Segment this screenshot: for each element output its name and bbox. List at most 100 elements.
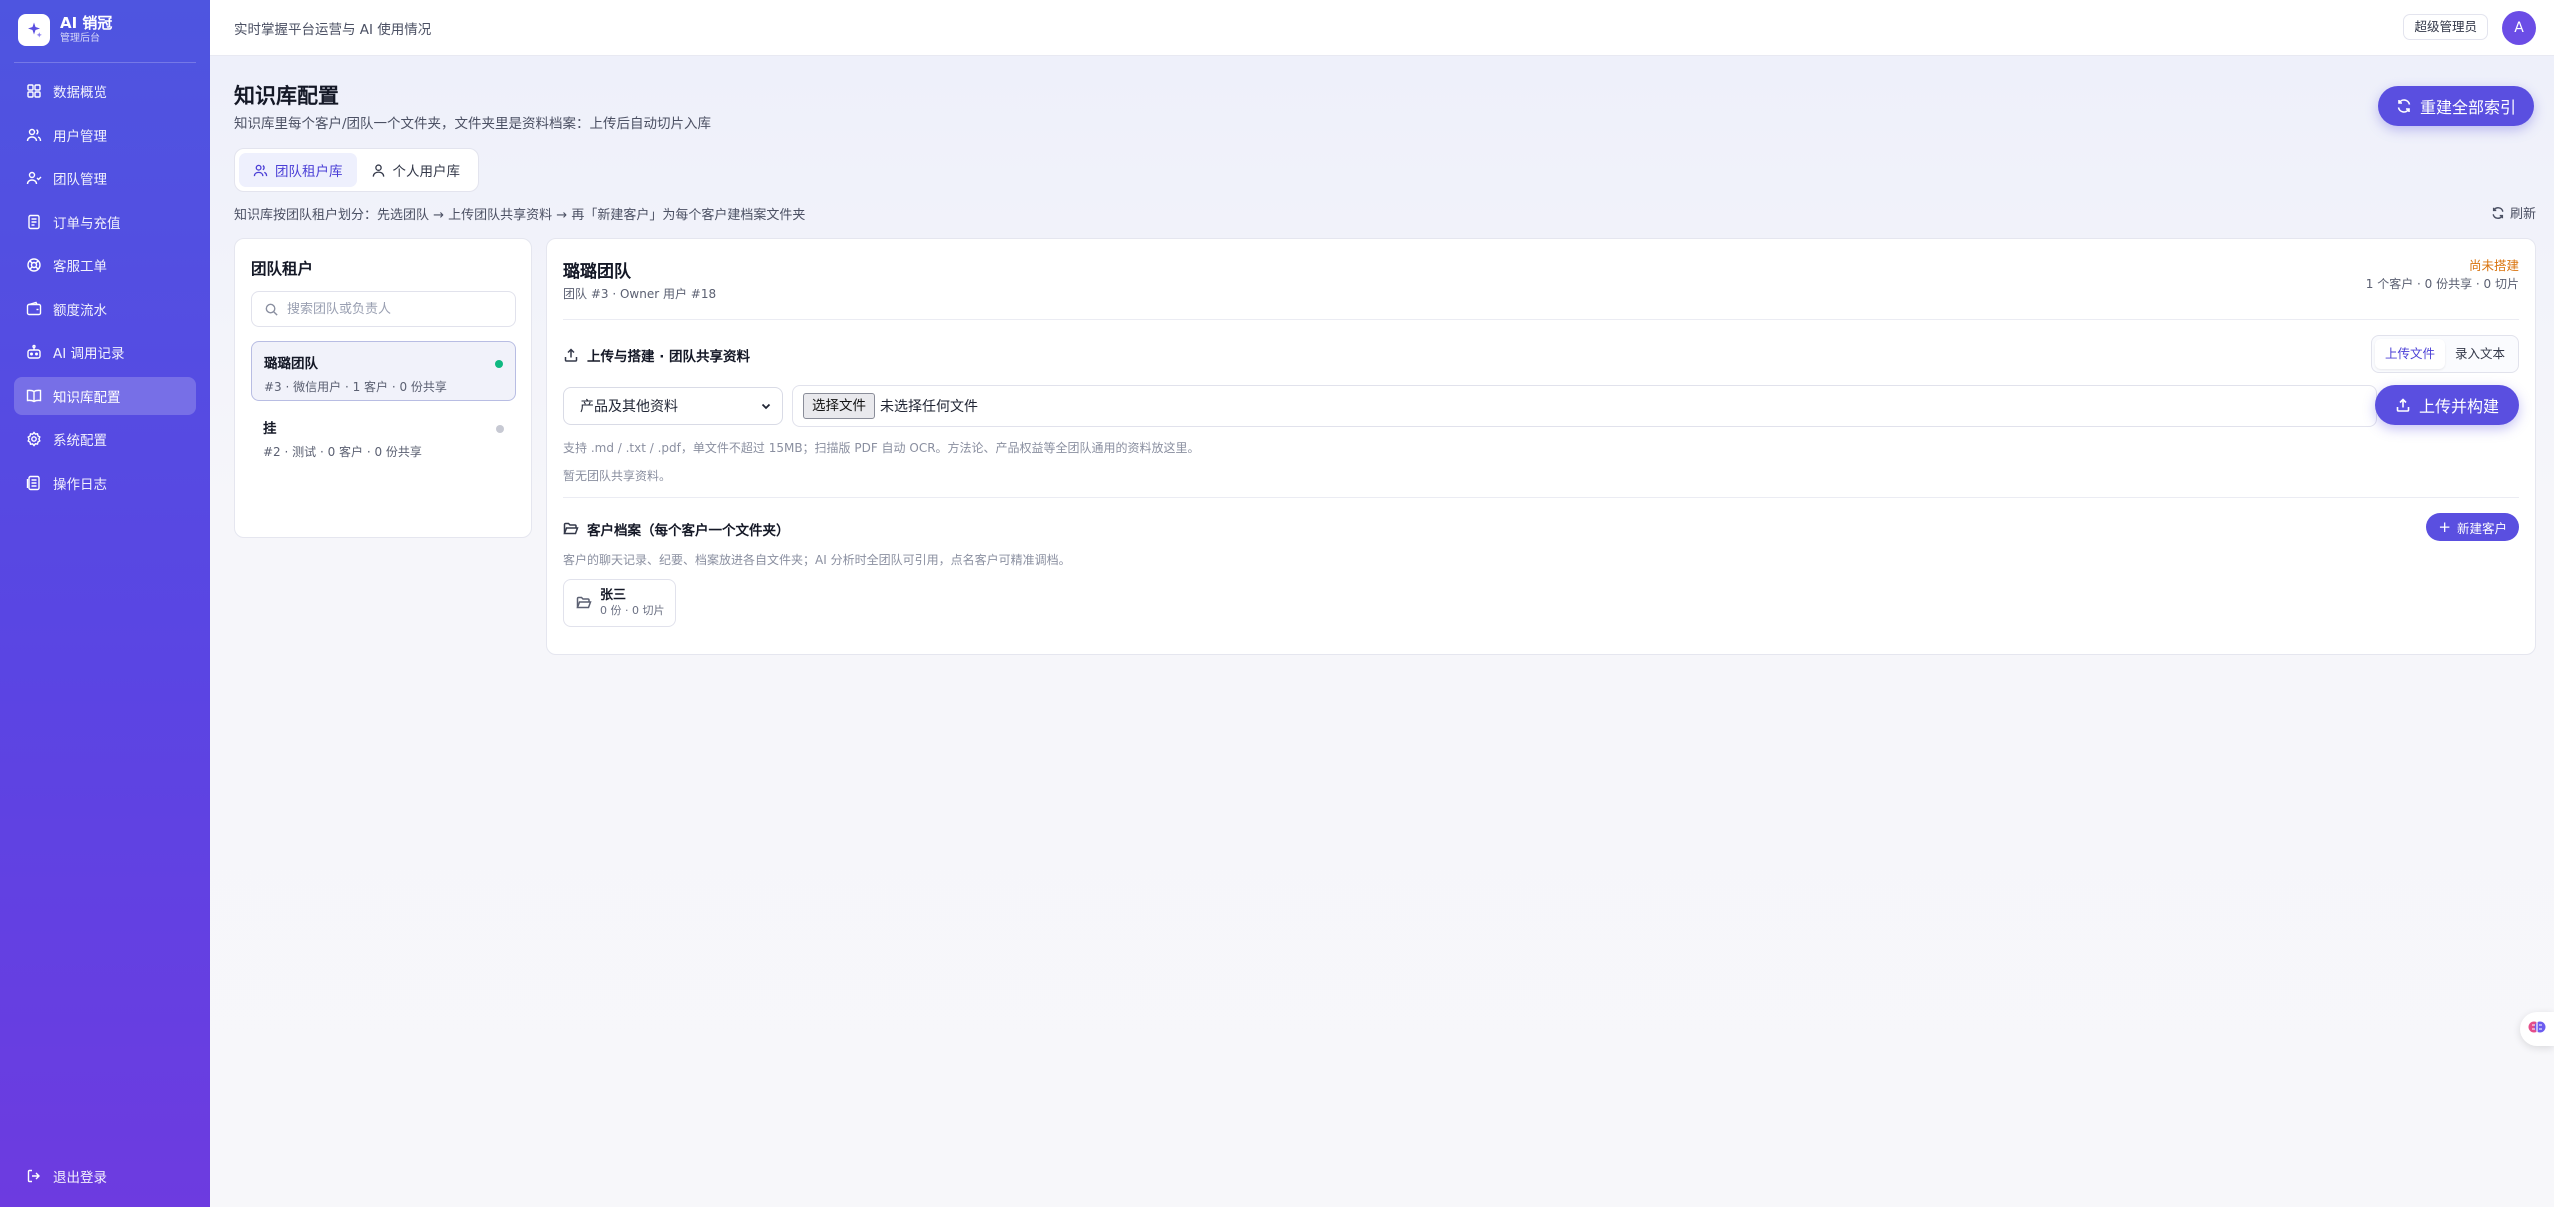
topbar-subtitle: 实时掌握平台运营与 AI 使用情况 [234,22,432,38]
rebuild-index-button[interactable]: 重建全部索引 [2377,86,2534,126]
tenant-search [251,291,516,327]
main-content: 知识库配置 知识库里每个客户/团队一个文件夹，文件夹里是资料档案：上传后自动切片… [210,56,2554,1207]
client-section-label: 客户档案（每个客户一个文件夹） [587,523,790,539]
upload-section-title: 上传与搭建 · 团队共享资料 [563,345,750,365]
logout-button[interactable]: 退出登录 [26,1166,107,1186]
users-icon [26,127,42,143]
client-meta: 0 份 · 0 切片 [600,604,665,617]
sidebar-item-quota[interactable]: 额度流水 [14,290,196,328]
tab-label: 个人用户库 [392,164,461,180]
refresh-button[interactable]: 刷新 [2491,203,2536,222]
logout-label: 退出登录 [53,1170,107,1186]
new-client-button[interactable]: + 新建客户 [2426,513,2519,541]
upload-build-button[interactable]: 上传并构建 [2374,385,2519,425]
wallet-icon [26,301,42,317]
brand-divider [14,62,196,63]
chevron-down-icon [760,400,772,412]
sidebar-item-knowledge[interactable]: 知识库配置 [14,376,196,415]
sidebar-item-label: 操作日志 [53,476,107,493]
log-icon [26,475,42,491]
role-badge: 超级管理员 [2403,14,2488,40]
bot-icon [26,344,42,360]
tenant-item[interactable]: 璐璐团队 #3 · 微信用户 · 1 客户 · 0 份共享 [251,341,516,401]
sidebar-item-logs[interactable]: 操作日志 [14,464,196,502]
tenant-meta: #3 · 微信用户 · 1 客户 · 0 份共享 [264,380,447,394]
mode-upload-file[interactable]: 上传文件 [2374,339,2445,369]
tenant-name: 挂 [263,421,277,437]
sparkle-logo-icon [18,14,50,46]
logout-icon [26,1168,42,1184]
tenant-name: 璐璐团队 [264,356,318,372]
divider [563,497,2519,498]
page-title: 知识库配置 [234,84,339,108]
search-icon [264,302,279,317]
rebuild-index-label: 重建全部索引 [2419,98,2516,117]
client-folder[interactable]: 张三 0 份 · 0 切片 [563,579,676,627]
refresh-icon [2396,98,2412,114]
tenant-search-input[interactable] [287,301,507,317]
tenant-detail-title: 璐璐团队 [563,262,631,282]
assistant-widget[interactable] [2520,1012,2554,1046]
sidebar-item-support[interactable]: 客服工单 [14,246,196,284]
brand[interactable]: AI 销冠 管理后台 [18,14,112,46]
sidebar-nav: 数据概览 用户管理 团队管理 订单与充值 客服工单 额度流水 AI 调用记录 知… [14,72,196,507]
tenant-detail-subtitle: 团队 #3 · Owner 用户 #18 [563,287,717,301]
upload-section-label: 上传与搭建 · 团队共享资料 [587,349,751,365]
refresh-icon [2491,206,2505,220]
tenant-item[interactable]: 挂 #2 · 测试 · 0 客户 · 0 份共享 [251,407,516,467]
sidebar-item-ai-calls[interactable]: AI 调用记录 [14,333,196,371]
client-section-note: 客户的聊天记录、纪要、档案放进各自文件夹；AI 分析时全团队可引用，点名客户可精… [563,553,1071,567]
sidebar-item-label: 数据概览 [53,85,107,101]
file-status: 未选择任何文件 [880,399,978,415]
workflow-hint: 知识库按团队租户划分：先选团队 → 上传团队共享资料 → 再「新建客户」为每个客… [234,208,806,223]
receipt-icon [26,214,42,230]
sidebar-item-label: 用户管理 [53,128,107,145]
client-section-title: 客户档案（每个客户一个文件夹） [563,519,790,539]
brand-subtitle: 管理后台 [60,33,100,44]
sidebar-item-settings[interactable]: 系统配置 [14,420,196,458]
upload-mode-toggle: 上传文件 录入文本 [2370,335,2519,373]
tab-personal-library[interactable]: 个人用户库 [357,153,475,187]
users-icon [253,163,268,178]
sidebar-item-label: 额度流水 [53,302,107,319]
page-description: 知识库里每个客户/团队一个文件夹，文件夹里是资料档案：上传后自动切片入库 [234,116,712,132]
sidebar-item-label: 团队管理 [53,172,107,188]
tenant-list-title: 团队租户 [251,260,314,278]
mode-enter-text[interactable]: 录入文本 [2445,339,2515,369]
sidebar-item-users[interactable]: 用户管理 [14,116,196,154]
folder-open-icon [576,595,592,611]
build-status: 尚未搭建 [2468,258,2519,273]
upload-icon [2395,397,2411,413]
tenant-list-card: 团队租户 璐璐团队 #3 · 微信用户 · 1 客户 · 0 份共享 挂 #2 … [234,238,532,538]
topbar: 实时掌握平台运营与 AI 使用情况 超级管理员 A [210,0,2554,56]
sidebar-item-teams[interactable]: 团队管理 [14,159,196,197]
sidebar-item-overview[interactable]: 数据概览 [14,72,196,110]
library-tabs: 团队租户库 个人用户库 [234,148,479,192]
sidebar-item-label: 客服工单 [53,259,107,275]
empty-shared-note: 暂无团队共享资料。 [563,469,672,483]
brain-icon [2527,1017,2547,1041]
user-icon [371,163,386,178]
sidebar-item-orders[interactable]: 订单与充值 [14,203,196,241]
choose-file-button[interactable]: 选择文件 [803,393,875,419]
sidebar: AI 销冠 管理后台 数据概览 用户管理 团队管理 订单与充值 客服工单 额度流… [0,0,210,1207]
brand-name: AI 销冠 [60,14,113,32]
sidebar-item-label: AI 调用记录 [53,346,125,362]
tab-team-library[interactable]: 团队租户库 [239,153,357,187]
new-client-label: 新建客户 [2456,520,2507,536]
team-icon [26,170,42,186]
status-dot [495,360,503,368]
book-icon [26,388,42,404]
client-name: 张三 [600,588,627,603]
status-dot [496,425,504,433]
upload-build-label: 上传并构建 [2418,397,2499,416]
folder-open-icon [563,521,579,537]
upload-support-note: 支持 .md / .txt / .pdf，单文件不超过 15MB；扫描版 PDF… [563,441,1200,455]
file-input: 选择文件 未选择任何文件 [792,385,2377,427]
avatar[interactable]: A [2502,11,2536,45]
divider [563,319,2519,320]
category-select[interactable]: 产品及其他资料 [563,387,783,425]
support-icon [26,257,42,273]
refresh-label: 刷新 [2509,207,2536,222]
tenant-detail-card: 璐璐团队 团队 #3 · Owner 用户 #18 尚未搭建 1 个客户 · 0… [546,238,2536,655]
